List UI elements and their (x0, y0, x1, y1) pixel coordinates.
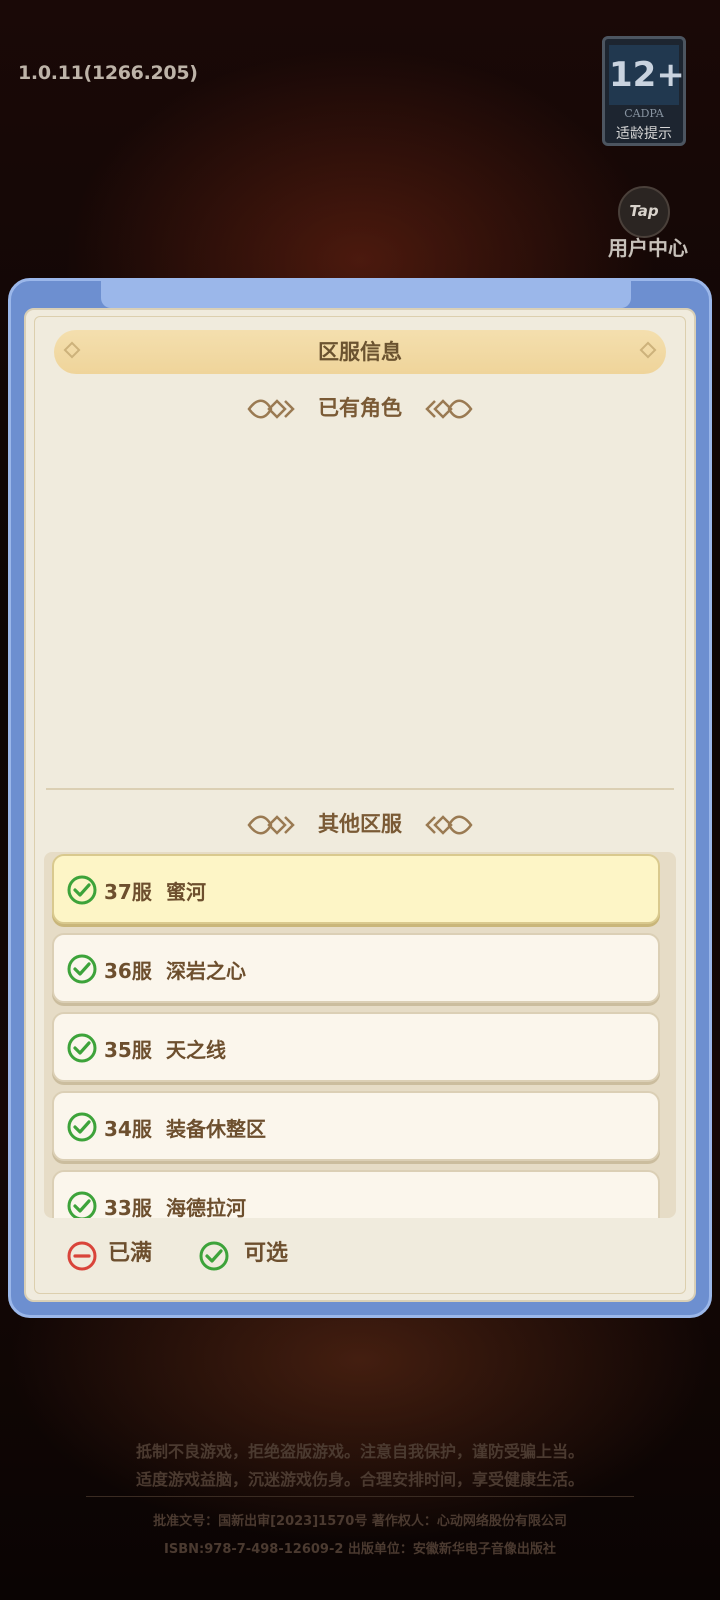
isbn-info: ISBN:978-7-498-12609-2 出版单位：安徽新华电子音像出版社 (164, 1542, 556, 1557)
server-name: 深岩之心 (166, 959, 246, 983)
health-notice-line1: 抵制不良游戏，拒绝盗版游戏。注意自我保护，谨防受骗上当。 (135, 1442, 584, 1461)
user-center-label[interactable]: 用户中心 (598, 232, 698, 261)
age-rating-number: 12+ (609, 45, 685, 105)
server-name: 蜜河 (166, 880, 206, 904)
server-item-36[interactable]: 36服 深岩之心 (52, 933, 660, 1003)
own-roles-header: 已有角色 (0, 392, 720, 422)
server-item-33[interactable]: 33服 海德拉河 (52, 1170, 660, 1218)
diamond-ornament-icon (639, 341, 657, 359)
available-check-icon (67, 1112, 97, 1142)
available-check-icon (67, 1033, 97, 1063)
server-name: 装备休整区 (166, 1117, 266, 1141)
dialog-title: 区服信息 (318, 340, 402, 364)
age-rating-badge[interactable]: 12+ CADPA 适龄提示 (602, 36, 686, 146)
own-roles-header-text: 已有角色 (318, 396, 402, 420)
server-name: 天之线 (166, 1038, 226, 1062)
user-center-icon[interactable]: Tap (618, 186, 670, 238)
ornament-left-icon (247, 815, 295, 835)
ornament-right-icon (425, 399, 473, 419)
server-item-37[interactable]: 37服 蜜河 (52, 854, 660, 924)
server-id: 37服 (104, 880, 152, 904)
other-servers-header: 其他区服 (0, 808, 720, 838)
server-item-35[interactable]: 35服 天之线 (52, 1012, 660, 1082)
server-id: 36服 (104, 959, 152, 983)
approval-info: 批准文号：国新出审[2023]1570号 著作权人：心动网络股份有限公司 (153, 1514, 567, 1529)
ornament-right-icon (425, 815, 473, 835)
age-rating-label: 适龄提示 (616, 126, 672, 142)
health-notice-line2: 适度游戏益脑，沉迷游戏伤身。合理安排时间，享受健康生活。 (135, 1470, 584, 1489)
server-list[interactable]: 37服 蜜河 36服 深岩之心 35服 天之线 34服 装备休整区 33服 海德… (44, 852, 676, 1218)
version-label: 1.0.11(1266.205) (18, 62, 198, 84)
age-rating-org: CADPA (624, 107, 664, 120)
legend-full-label: 已满 (108, 1241, 153, 1266)
available-check-icon (67, 875, 97, 905)
server-id: 33服 (104, 1196, 152, 1218)
diamond-ornament-icon (63, 341, 81, 359)
ornament-left-icon (247, 399, 295, 419)
available-status-icon (199, 1241, 229, 1271)
available-check-icon (67, 1191, 97, 1218)
server-item-34[interactable]: 34服 装备休整区 (52, 1091, 660, 1161)
server-name: 海德拉河 (166, 1196, 246, 1218)
full-status-icon (67, 1241, 97, 1271)
available-check-icon (67, 954, 97, 984)
section-divider (46, 788, 674, 790)
footer-divider (86, 1496, 634, 1497)
server-id: 34服 (104, 1117, 152, 1141)
server-id: 35服 (104, 1038, 152, 1062)
dialog-top-tab (101, 278, 631, 308)
legend-available-label: 可选 (244, 1241, 289, 1266)
dialog-title-bar: 区服信息 (54, 330, 666, 374)
other-servers-header-text: 其他区服 (318, 812, 402, 836)
